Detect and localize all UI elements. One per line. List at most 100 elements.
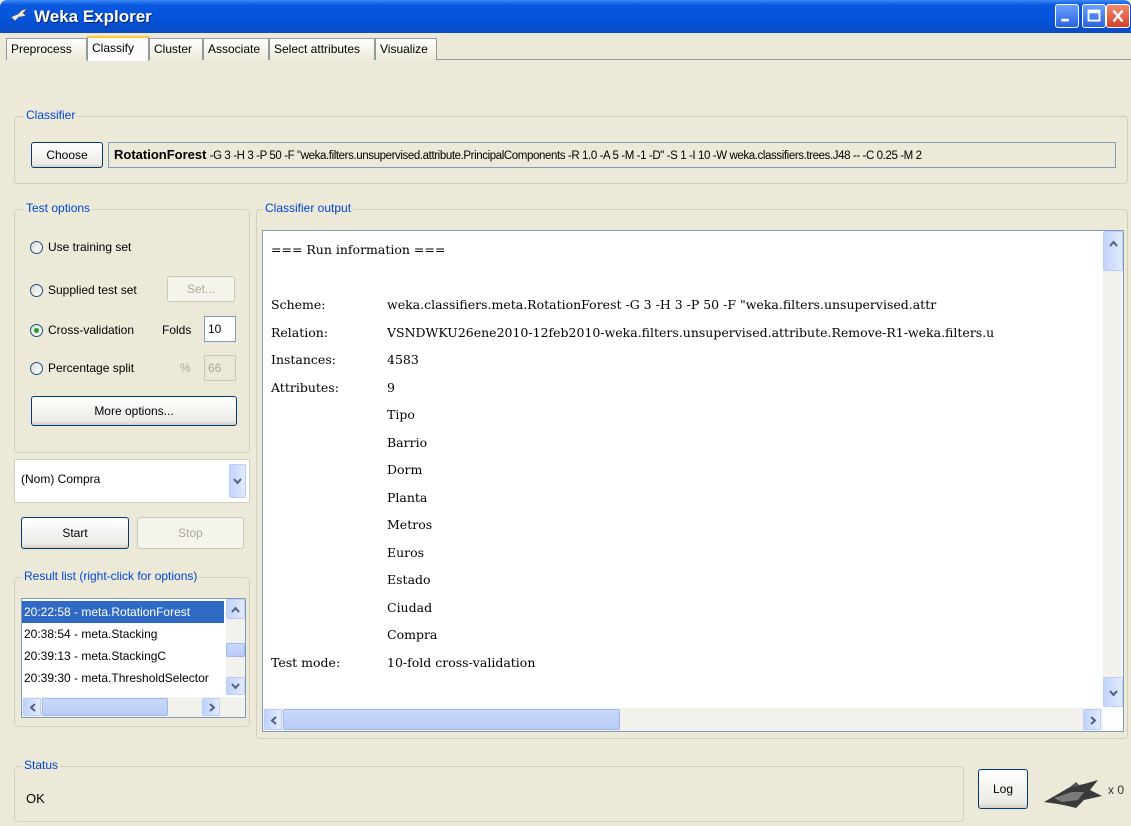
classifier-legend: Classifier	[24, 108, 78, 122]
supplied-test-label: Supplied test set	[48, 283, 137, 297]
output-scroll-down-button[interactable]	[1103, 677, 1123, 707]
more-options-button[interactable]: More options...	[31, 396, 237, 426]
chevron-down-icon	[231, 683, 240, 690]
output-line-value: Planta	[387, 489, 428, 505]
chevron-down-icon	[1109, 690, 1118, 697]
use-training-label: Use training set	[48, 240, 132, 254]
output-vertical-scrollbar[interactable]	[1103, 231, 1123, 707]
folds-label: Folds	[162, 323, 192, 337]
output-line-label: Scheme:	[271, 297, 326, 312]
close-button[interactable]	[1106, 4, 1130, 28]
use-training-radio[interactable]	[30, 241, 43, 254]
classifier-output-text[interactable]: === Run information === Scheme: weka.class…	[262, 230, 1124, 732]
chevron-right-icon	[209, 703, 216, 712]
tab-visualize[interactable]: Visualize	[375, 38, 437, 60]
percentage-split-radio[interactable]	[30, 362, 43, 375]
output-scroll-left-button[interactable]	[264, 709, 282, 730]
output-line-value: Dorm	[387, 462, 423, 477]
chevron-right-icon	[1090, 716, 1097, 725]
result-hscroll-thumb[interactable]	[42, 698, 168, 716]
chevron-up-icon	[231, 606, 240, 613]
result-scroll-thumb[interactable]	[226, 643, 245, 657]
chevron-left-icon	[29, 703, 36, 712]
output-line-value: VSNDWKU26ene2010-12feb2010-weka.filters.…	[387, 324, 995, 340]
class-attribute-value: (Nom) Compra	[21, 472, 101, 486]
window-title: Weka Explorer	[34, 7, 152, 26]
status-panel	[14, 766, 964, 822]
folds-input[interactable]: 10	[204, 316, 236, 342]
result-list-item[interactable]: 20:39:30 - meta.ThresholdSelector	[22, 667, 224, 689]
chevron-up-icon	[1109, 240, 1118, 247]
output-line-label: Relation:	[271, 324, 329, 340]
maximize-button[interactable]	[1082, 4, 1106, 28]
output-hscroll-thumb[interactable]	[283, 709, 620, 730]
output-line-label: === Run information ===	[271, 242, 446, 257]
tab-label: Visualize	[380, 42, 428, 56]
start-button[interactable]: Start	[21, 517, 129, 549]
output-scroll-right-button[interactable]	[1083, 709, 1101, 730]
choose-label: Choose	[46, 148, 88, 162]
set-button[interactable]: Set...	[167, 276, 235, 302]
chevron-down-icon	[233, 478, 242, 485]
chevron-left-icon	[270, 716, 277, 725]
weka-bird-icon[interactable]	[1040, 778, 1108, 814]
supplied-test-radio[interactable]	[30, 284, 43, 297]
tab-label: Select attributes	[274, 42, 361, 56]
title-bar: Weka Explorer	[0, 0, 1131, 33]
result-list[interactable]: 20:22:58 - meta.RotationForest 20:38:54 …	[21, 598, 246, 718]
output-scroll-up-button[interactable]	[1103, 231, 1123, 271]
stop-button[interactable]: Stop	[137, 517, 244, 549]
tab-label: Cluster	[154, 42, 193, 56]
tab-classify[interactable]: Classify	[87, 36, 149, 61]
result-list-item[interactable]: 20:22:58 - meta.RotationForest	[22, 601, 224, 623]
log-button[interactable]: Log	[978, 769, 1028, 809]
radio-selected-dot	[34, 328, 39, 333]
output-line-value: Estado	[387, 572, 431, 587]
output-line-value: 4583	[387, 352, 419, 367]
classifier-config-field[interactable]: RotationForest -G 3 -H 3 -P 50 -F "weka.…	[108, 142, 1116, 168]
output-line-value: Metros	[387, 517, 433, 532]
result-scroll-right-button[interactable]	[202, 698, 220, 716]
cross-validation-label: Cross-validation	[48, 323, 135, 337]
output-line-value: Compra	[387, 627, 438, 642]
output-line-label: Test mode:	[271, 654, 341, 670]
output-line-value: Ciudad	[387, 599, 433, 615]
choose-button[interactable]: Choose	[31, 142, 103, 168]
cross-validation-radio[interactable]	[30, 324, 43, 337]
weka-bird-icon	[10, 8, 28, 22]
tab-associate[interactable]: Associate	[203, 38, 269, 60]
output-line-value: weka.classifiers.meta.RotationForest -G …	[387, 297, 937, 312]
tab-select-attributes[interactable]: Select attributes	[269, 38, 375, 60]
classifier-options: -G 3 -H 3 -P 50 -F "weka.filters.unsuper…	[209, 150, 922, 162]
tab-label: Associate	[208, 42, 261, 56]
minimize-button[interactable]	[1055, 4, 1079, 28]
test-options-legend: Test options	[24, 201, 93, 215]
tab-cluster[interactable]: Cluster	[149, 38, 203, 60]
output-line-value: Tipo	[387, 407, 415, 422]
result-scroll-up-button[interactable]	[226, 599, 245, 619]
maximize-icon	[1087, 9, 1101, 22]
log-label: Log	[992, 782, 1014, 796]
percent-symbol: %	[180, 361, 191, 375]
minimize-icon	[1061, 18, 1069, 22]
result-list-item[interactable]: 20:39:13 - meta.StackingC	[22, 645, 224, 667]
output-line-value: Barrio	[387, 434, 428, 450]
tab-label: Preprocess	[11, 42, 72, 56]
more-options-label: More options...	[94, 404, 174, 418]
result-scroll-left-button[interactable]	[23, 698, 41, 716]
result-scroll-down-button[interactable]	[226, 677, 245, 695]
dropdown-arrow-button[interactable]	[229, 464, 246, 498]
stop-label: Stop	[178, 526, 203, 540]
close-icon	[1112, 9, 1124, 23]
classifier-output-legend: Classifier output	[263, 201, 354, 215]
status-text: OK	[26, 791, 45, 806]
result-list-item[interactable]: 20:38:54 - meta.Stacking	[22, 623, 224, 645]
tab-label: Classify	[92, 41, 135, 55]
percent-input[interactable]: 66	[204, 355, 236, 381]
tab-preprocess[interactable]: Preprocess	[6, 38, 87, 60]
output-line-label: Instances:	[271, 352, 336, 367]
task-count: x 0	[1108, 783, 1125, 797]
output-line-value: Euros	[387, 544, 425, 560]
class-attribute-select[interactable]: (Nom) Compra	[14, 459, 250, 503]
output-line-value: 10-fold cross-validation	[387, 654, 536, 670]
